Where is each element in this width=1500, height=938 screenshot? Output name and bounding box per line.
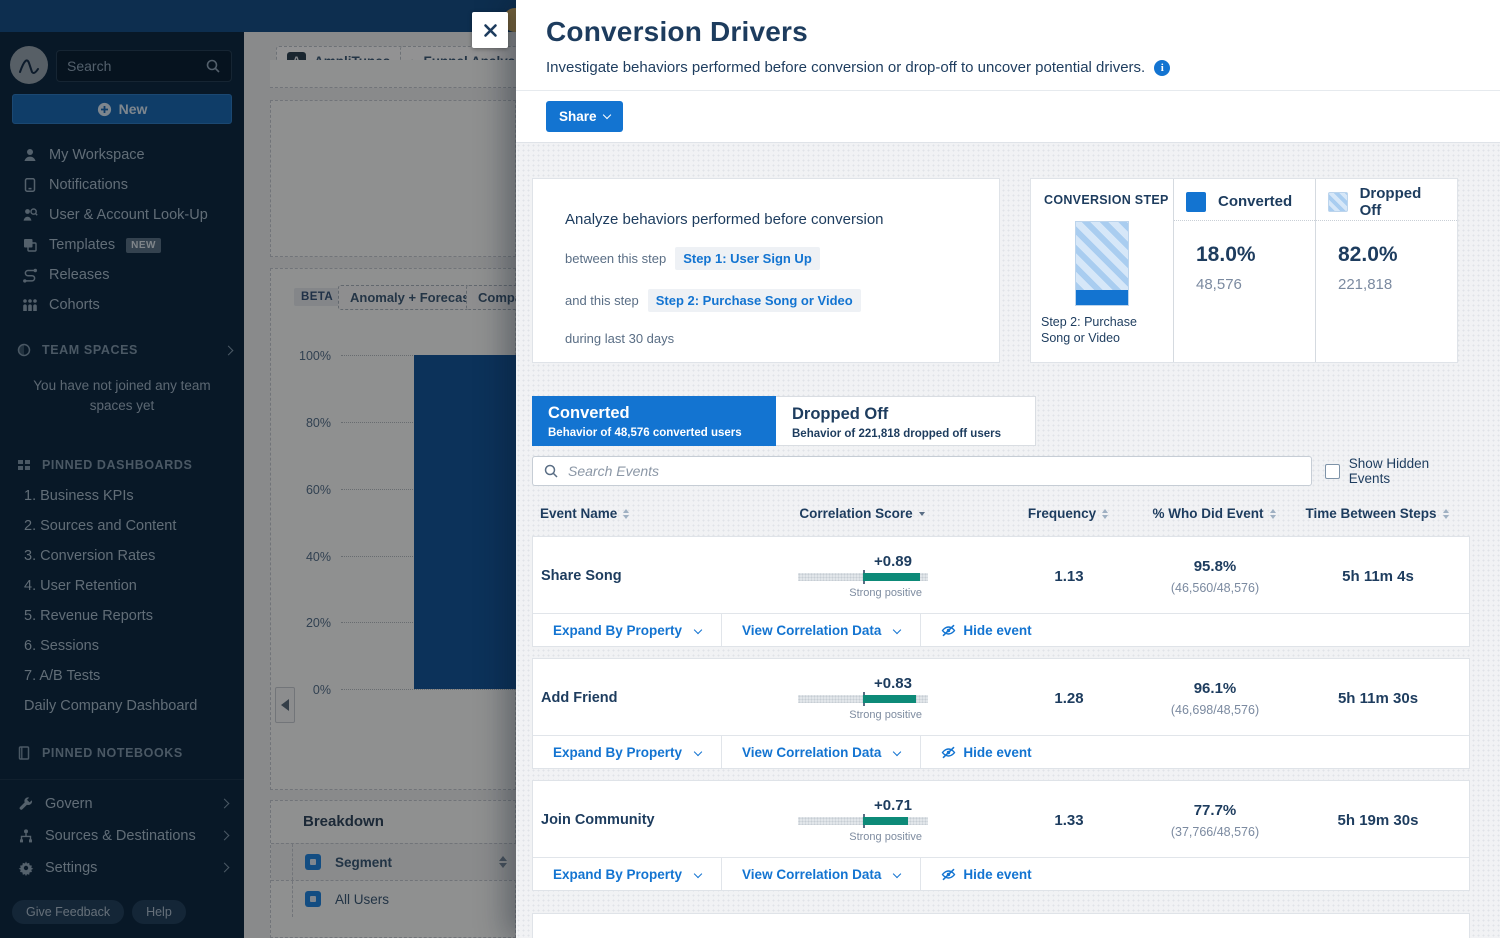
converted-count: 48,576 [1196, 276, 1303, 293]
pct-ratio: (46,560/48,576) [1145, 581, 1285, 595]
column-pct-who-did-event[interactable]: % Who Did Event [1144, 506, 1284, 521]
hide-event-button[interactable]: Hide event [921, 858, 1051, 890]
correlation-score-cell: +0.83 Strong positive [798, 675, 928, 721]
time-value: 5h 19m 30s [1285, 812, 1471, 829]
converted-percent: 18.0% [1196, 243, 1303, 267]
checkbox-icon[interactable] [1325, 464, 1340, 479]
mini-bar-converted [1076, 290, 1128, 305]
page-subtitle: Investigate behaviors performed before c… [546, 59, 1145, 76]
mini-bar-dropped [1076, 222, 1128, 290]
search-placeholder: Search Events [568, 463, 659, 479]
event-row: Add Friend +0.83 Strong positive 1.28 96… [532, 658, 1470, 769]
step2-chip[interactable]: Step 2: Purchase Song or Video [648, 289, 861, 312]
frequency-value: 1.13 [993, 568, 1145, 585]
correlation-bar [798, 573, 928, 581]
events-table-header: Event Name Correlation Score Frequency %… [532, 502, 1470, 525]
search-events-input[interactable]: Search Events [532, 456, 1312, 486]
view-correlation-data-button[interactable]: View Correlation Data [722, 858, 921, 890]
time-value: 5h 11m 4s [1285, 568, 1471, 585]
dropped-legend-swatch [1328, 192, 1348, 212]
conversion-step-card: CONVERSION STEP Step 2: Purchase Song or… [1030, 178, 1458, 363]
hide-event-button[interactable]: Hide event [921, 736, 1051, 768]
conversion-step-header: CONVERSION STEP [1044, 193, 1161, 207]
expand-by-property-button[interactable]: Expand By Property [533, 614, 722, 646]
event-row: Share Song +0.89 Strong positive 1.13 95… [532, 536, 1470, 647]
chevron-down-icon [602, 111, 610, 119]
pct-value: 77.7% [1145, 802, 1285, 819]
column-frequency[interactable]: Frequency [992, 506, 1144, 521]
event-name: Add Friend [533, 690, 733, 706]
share-button[interactable]: Share [546, 101, 623, 132]
eye-off-icon [941, 623, 956, 638]
conversion-step-caption: Step 2: Purchase Song or Video [1041, 314, 1169, 347]
eye-off-icon [941, 867, 956, 882]
correlation-bar [798, 695, 928, 703]
correlation-score-cell: +0.71 Strong positive [798, 797, 928, 843]
dropped-count: 221,818 [1338, 276, 1445, 293]
expand-by-property-button[interactable]: Expand By Property [533, 858, 722, 890]
chevron-down-icon [893, 870, 901, 878]
chevron-down-icon [694, 748, 702, 756]
pct-ratio: (46,698/48,576) [1145, 703, 1285, 717]
page-title: Conversion Drivers [546, 16, 1470, 48]
frequency-value: 1.33 [993, 812, 1145, 829]
event-name: Share Song [533, 568, 733, 584]
column-time-between-steps[interactable]: Time Between Steps [1284, 506, 1470, 521]
correlation-score-cell: +0.89 Strong positive [798, 553, 928, 599]
time-value: 5h 11m 30s [1285, 690, 1471, 707]
chevron-down-icon [893, 626, 901, 634]
eye-off-icon [941, 745, 956, 760]
event-name: Join Community [533, 812, 733, 828]
step1-chip[interactable]: Step 1: User Sign Up [675, 247, 820, 270]
pct-ratio: (37,766/48,576) [1145, 825, 1285, 839]
event-row-partial [532, 913, 1470, 938]
tab-converted[interactable]: Converted Behavior of 48,576 converted u… [532, 396, 776, 446]
close-icon [483, 23, 498, 38]
search-icon [543, 463, 559, 479]
column-correlation-score[interactable]: Correlation Score [732, 506, 992, 521]
event-row: Join Community +0.71 Strong positive 1.3… [532, 780, 1470, 891]
chevron-down-icon [694, 870, 702, 878]
converted-legend-swatch [1186, 192, 1206, 212]
column-event-name[interactable]: Event Name [532, 506, 732, 521]
chevron-down-icon [694, 626, 702, 634]
tab-dropped-off[interactable]: Dropped Off Behavior of 221,818 dropped … [776, 396, 1036, 446]
show-hidden-events-checkbox[interactable]: Show Hidden Events [1325, 456, 1470, 486]
chevron-down-icon [893, 748, 901, 756]
conversion-mini-bar [1075, 221, 1129, 306]
pct-value: 96.1% [1145, 680, 1285, 697]
conversion-drivers-panel: Conversion Drivers Investigate behaviors… [516, 0, 1500, 938]
analyze-summary-card: Analyze behaviors performed before conve… [532, 178, 1000, 363]
modal-scrim[interactable] [0, 0, 516, 938]
frequency-value: 1.28 [993, 690, 1145, 707]
correlation-bar [798, 817, 928, 825]
info-icon[interactable]: i [1154, 60, 1170, 76]
view-correlation-data-button[interactable]: View Correlation Data [722, 614, 921, 646]
date-range-label: during last 30 days [565, 331, 967, 346]
view-correlation-data-button[interactable]: View Correlation Data [722, 736, 921, 768]
hide-event-button[interactable]: Hide event [921, 614, 1051, 646]
close-button[interactable] [472, 12, 508, 48]
pct-value: 95.8% [1145, 558, 1285, 575]
dropped-percent: 82.0% [1338, 243, 1445, 267]
analyze-title: Analyze behaviors performed before conve… [565, 211, 967, 228]
expand-by-property-button[interactable]: Expand By Property [533, 736, 722, 768]
